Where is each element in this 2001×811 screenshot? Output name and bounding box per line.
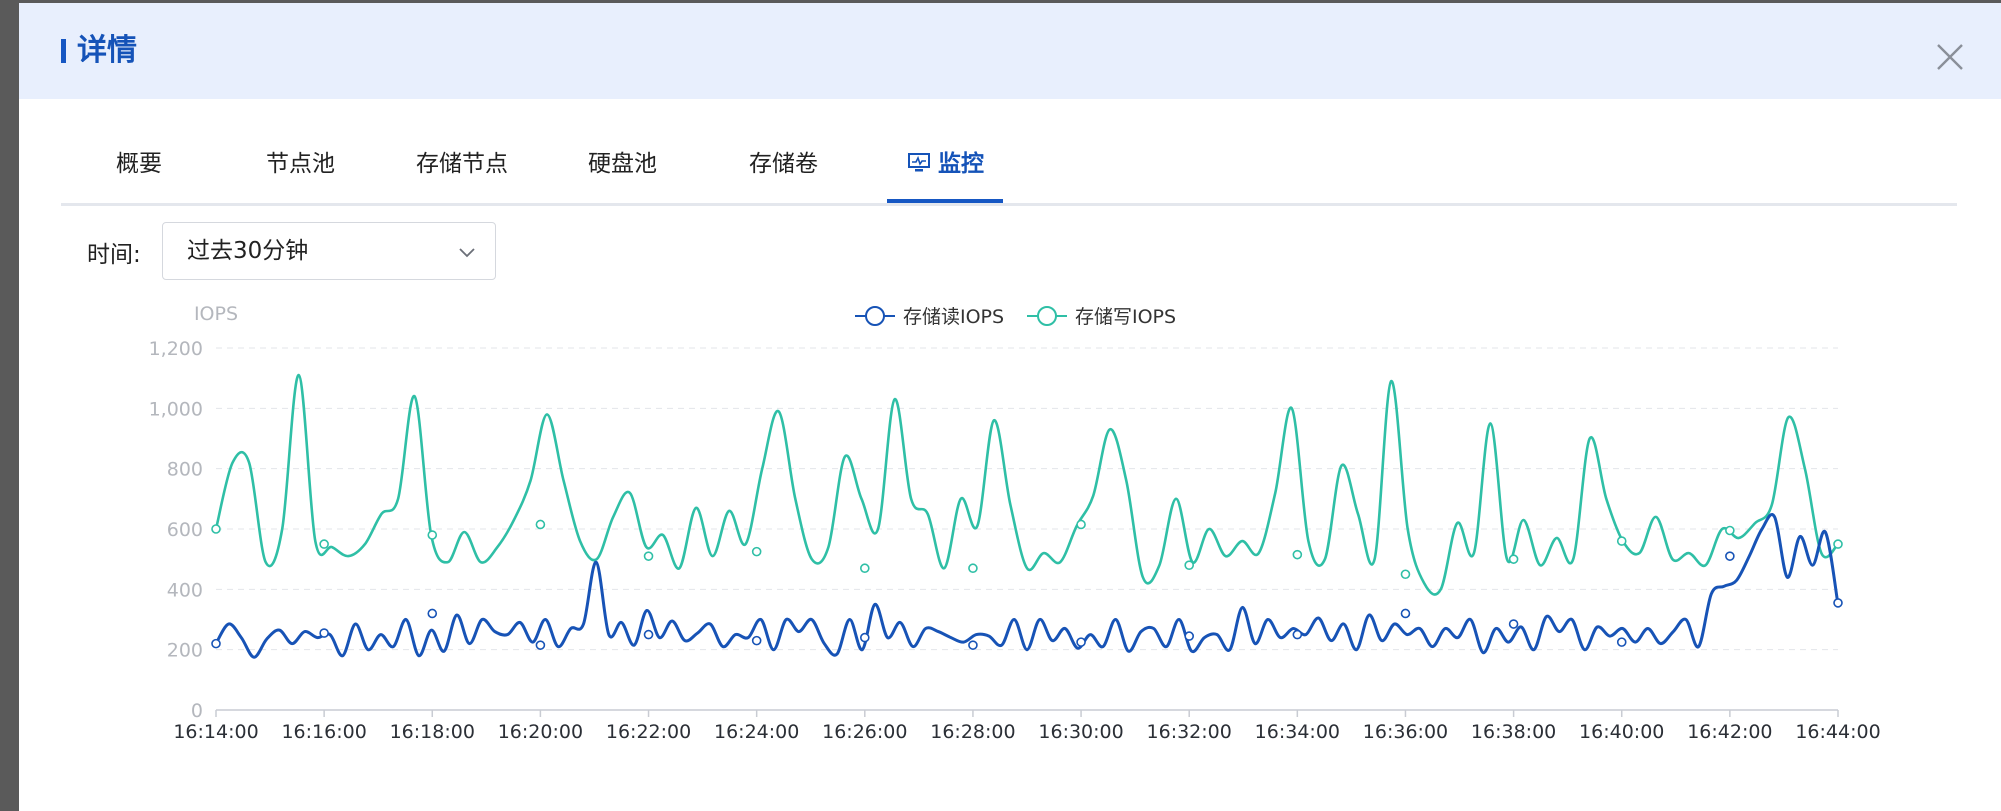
legend-marker bbox=[865, 306, 885, 326]
data-point bbox=[643, 551, 654, 561]
x-tick-label: 16:24:00 bbox=[714, 721, 799, 743]
legend-label: 存储写IOPS bbox=[1075, 306, 1176, 328]
data-point bbox=[1400, 569, 1411, 580]
data-point bbox=[643, 629, 654, 640]
y-tick-label: 1,200 bbox=[149, 338, 203, 360]
data-point bbox=[1725, 551, 1735, 561]
legend-label: 存储读IOPS bbox=[903, 306, 1004, 328]
detail-dialog: 详情 概要 节点池 存储节点 硬盘池 存储卷 监控 时间: 过去30分钟 0 2… bbox=[19, 3, 2001, 811]
x-tick-label: 16:22:00 bbox=[606, 721, 691, 743]
data-point bbox=[1184, 631, 1194, 641]
data-point bbox=[1292, 549, 1303, 560]
data-point bbox=[211, 524, 221, 534]
x-tick-label: 16:40:00 bbox=[1579, 721, 1664, 743]
data-point bbox=[1292, 629, 1303, 640]
data-point bbox=[535, 640, 546, 650]
x-tick-label: 16:28:00 bbox=[930, 721, 1015, 743]
y-tick-label: 800 bbox=[167, 459, 203, 481]
y-tick-label: 400 bbox=[167, 579, 203, 601]
data-point bbox=[427, 530, 438, 540]
data-point bbox=[1833, 598, 1843, 608]
data-point bbox=[1076, 637, 1086, 647]
x-tick-label: 16:26:00 bbox=[822, 721, 907, 743]
x-tick-label: 16:18:00 bbox=[390, 721, 475, 743]
data-point bbox=[1076, 519, 1086, 530]
x-tick-label: 16:44:00 bbox=[1795, 721, 1880, 743]
data-point bbox=[1184, 560, 1194, 571]
x-tick-label: 16:42:00 bbox=[1687, 721, 1772, 743]
x-tick-label: 16:14:00 bbox=[173, 721, 258, 743]
data-point bbox=[968, 640, 978, 650]
y-axis-title: IOPS bbox=[194, 303, 238, 325]
data-point bbox=[1400, 608, 1411, 619]
x-tick-label: 16:32:00 bbox=[1147, 721, 1232, 743]
x-tick-label: 16:38:00 bbox=[1471, 721, 1556, 743]
y-tick-label: 200 bbox=[167, 640, 203, 662]
data-point bbox=[968, 563, 978, 574]
data-point bbox=[751, 635, 762, 646]
x-tick-label: 16:36:00 bbox=[1363, 721, 1448, 743]
data-point bbox=[1508, 554, 1519, 564]
data-point bbox=[319, 539, 329, 549]
data-point bbox=[1725, 525, 1735, 536]
x-tick-label: 16:34:00 bbox=[1255, 721, 1340, 743]
data-point bbox=[427, 608, 438, 619]
x-tick-label: 16:16:00 bbox=[281, 721, 366, 743]
data-point bbox=[751, 546, 762, 557]
data-point bbox=[1616, 536, 1627, 546]
iops-line-chart: 0 200 400 600 800 1,000 1,200 16:14:00 16:16:00 1… bbox=[149, 303, 1881, 743]
y-tick-label: 600 bbox=[167, 519, 203, 541]
data-point bbox=[319, 628, 329, 638]
y-tick-label: 1,000 bbox=[149, 398, 203, 420]
data-point bbox=[535, 519, 546, 530]
x-tick-label: 16:20:00 bbox=[498, 721, 583, 743]
x-tick-label: 16:30:00 bbox=[1038, 721, 1123, 743]
data-point bbox=[1833, 539, 1843, 549]
data-point bbox=[1508, 619, 1519, 629]
legend-marker bbox=[1037, 306, 1057, 326]
y-tick-label: 0 bbox=[191, 700, 203, 722]
data-point bbox=[1616, 637, 1627, 647]
data-point bbox=[859, 563, 870, 574]
data-point bbox=[211, 638, 221, 649]
data-point bbox=[859, 632, 870, 643]
